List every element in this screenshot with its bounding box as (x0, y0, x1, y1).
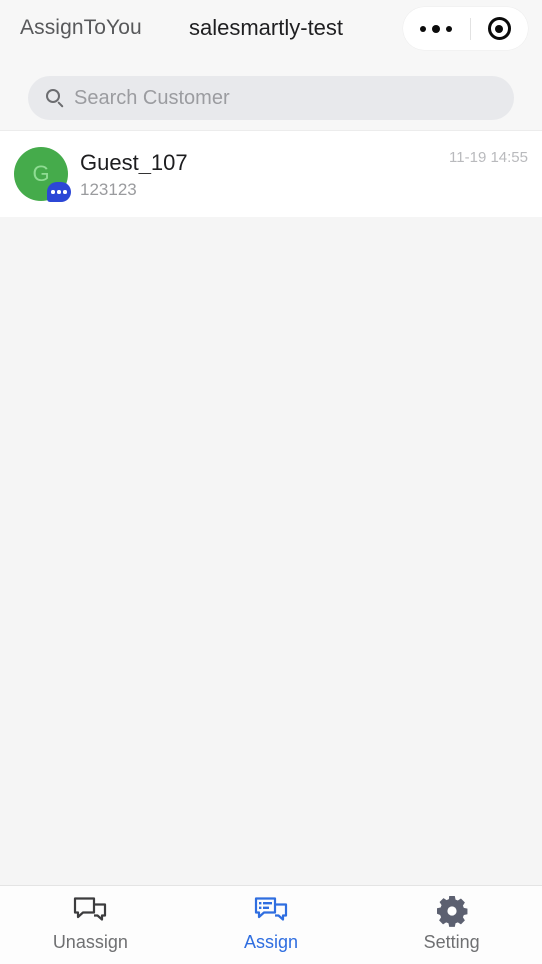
wechat-capsule-button[interactable] (403, 7, 528, 50)
target-ring (487, 17, 511, 40)
search-section: Search Customer (0, 60, 542, 130)
target-circle-icon[interactable] (471, 7, 529, 50)
page-title: salesmartly-test (189, 15, 344, 40)
dot (432, 24, 441, 33)
search-input[interactable]: Search Customer (28, 76, 514, 120)
header: AssignToYou salesmartly-test (0, 0, 542, 60)
search-icon (46, 88, 65, 108)
list-item-text: Guest_107 123123 (80, 150, 449, 198)
message-timestamp: 11-19 14:55 (449, 149, 528, 166)
tab-label: Assign (243, 932, 299, 952)
chat-bubbles-list-icon (252, 894, 290, 928)
gear-icon (433, 894, 471, 928)
message-preview: 123123 (80, 181, 137, 198)
tab-setting[interactable]: Setting (361, 886, 542, 964)
tab-assign[interactable]: Assign (181, 886, 362, 964)
app-name: AssignToYou (20, 16, 142, 39)
search-placeholder: Search Customer (74, 86, 230, 109)
tab-unassign[interactable]: Unassign (0, 886, 181, 964)
dot (446, 25, 453, 32)
app-screen: AssignToYou salesmartly-test Search Cust… (0, 0, 542, 964)
chat-bubble-badge-icon (47, 182, 71, 202)
tab-label: Setting (423, 932, 480, 952)
conversation-list: G Guest_107 123123 11-19 14:55 (0, 130, 542, 885)
tab-label: Unassign (52, 932, 128, 952)
avatar: G (14, 147, 71, 202)
more-dots-icon[interactable] (403, 7, 470, 50)
customer-name: Guest_107 (80, 152, 188, 174)
chat-bubbles-outline-icon (71, 894, 109, 928)
dot (420, 25, 427, 32)
list-item[interactable]: G Guest_107 123123 11-19 14:55 (0, 131, 542, 217)
tab-bar: Unassign Assign Setting (0, 885, 542, 964)
